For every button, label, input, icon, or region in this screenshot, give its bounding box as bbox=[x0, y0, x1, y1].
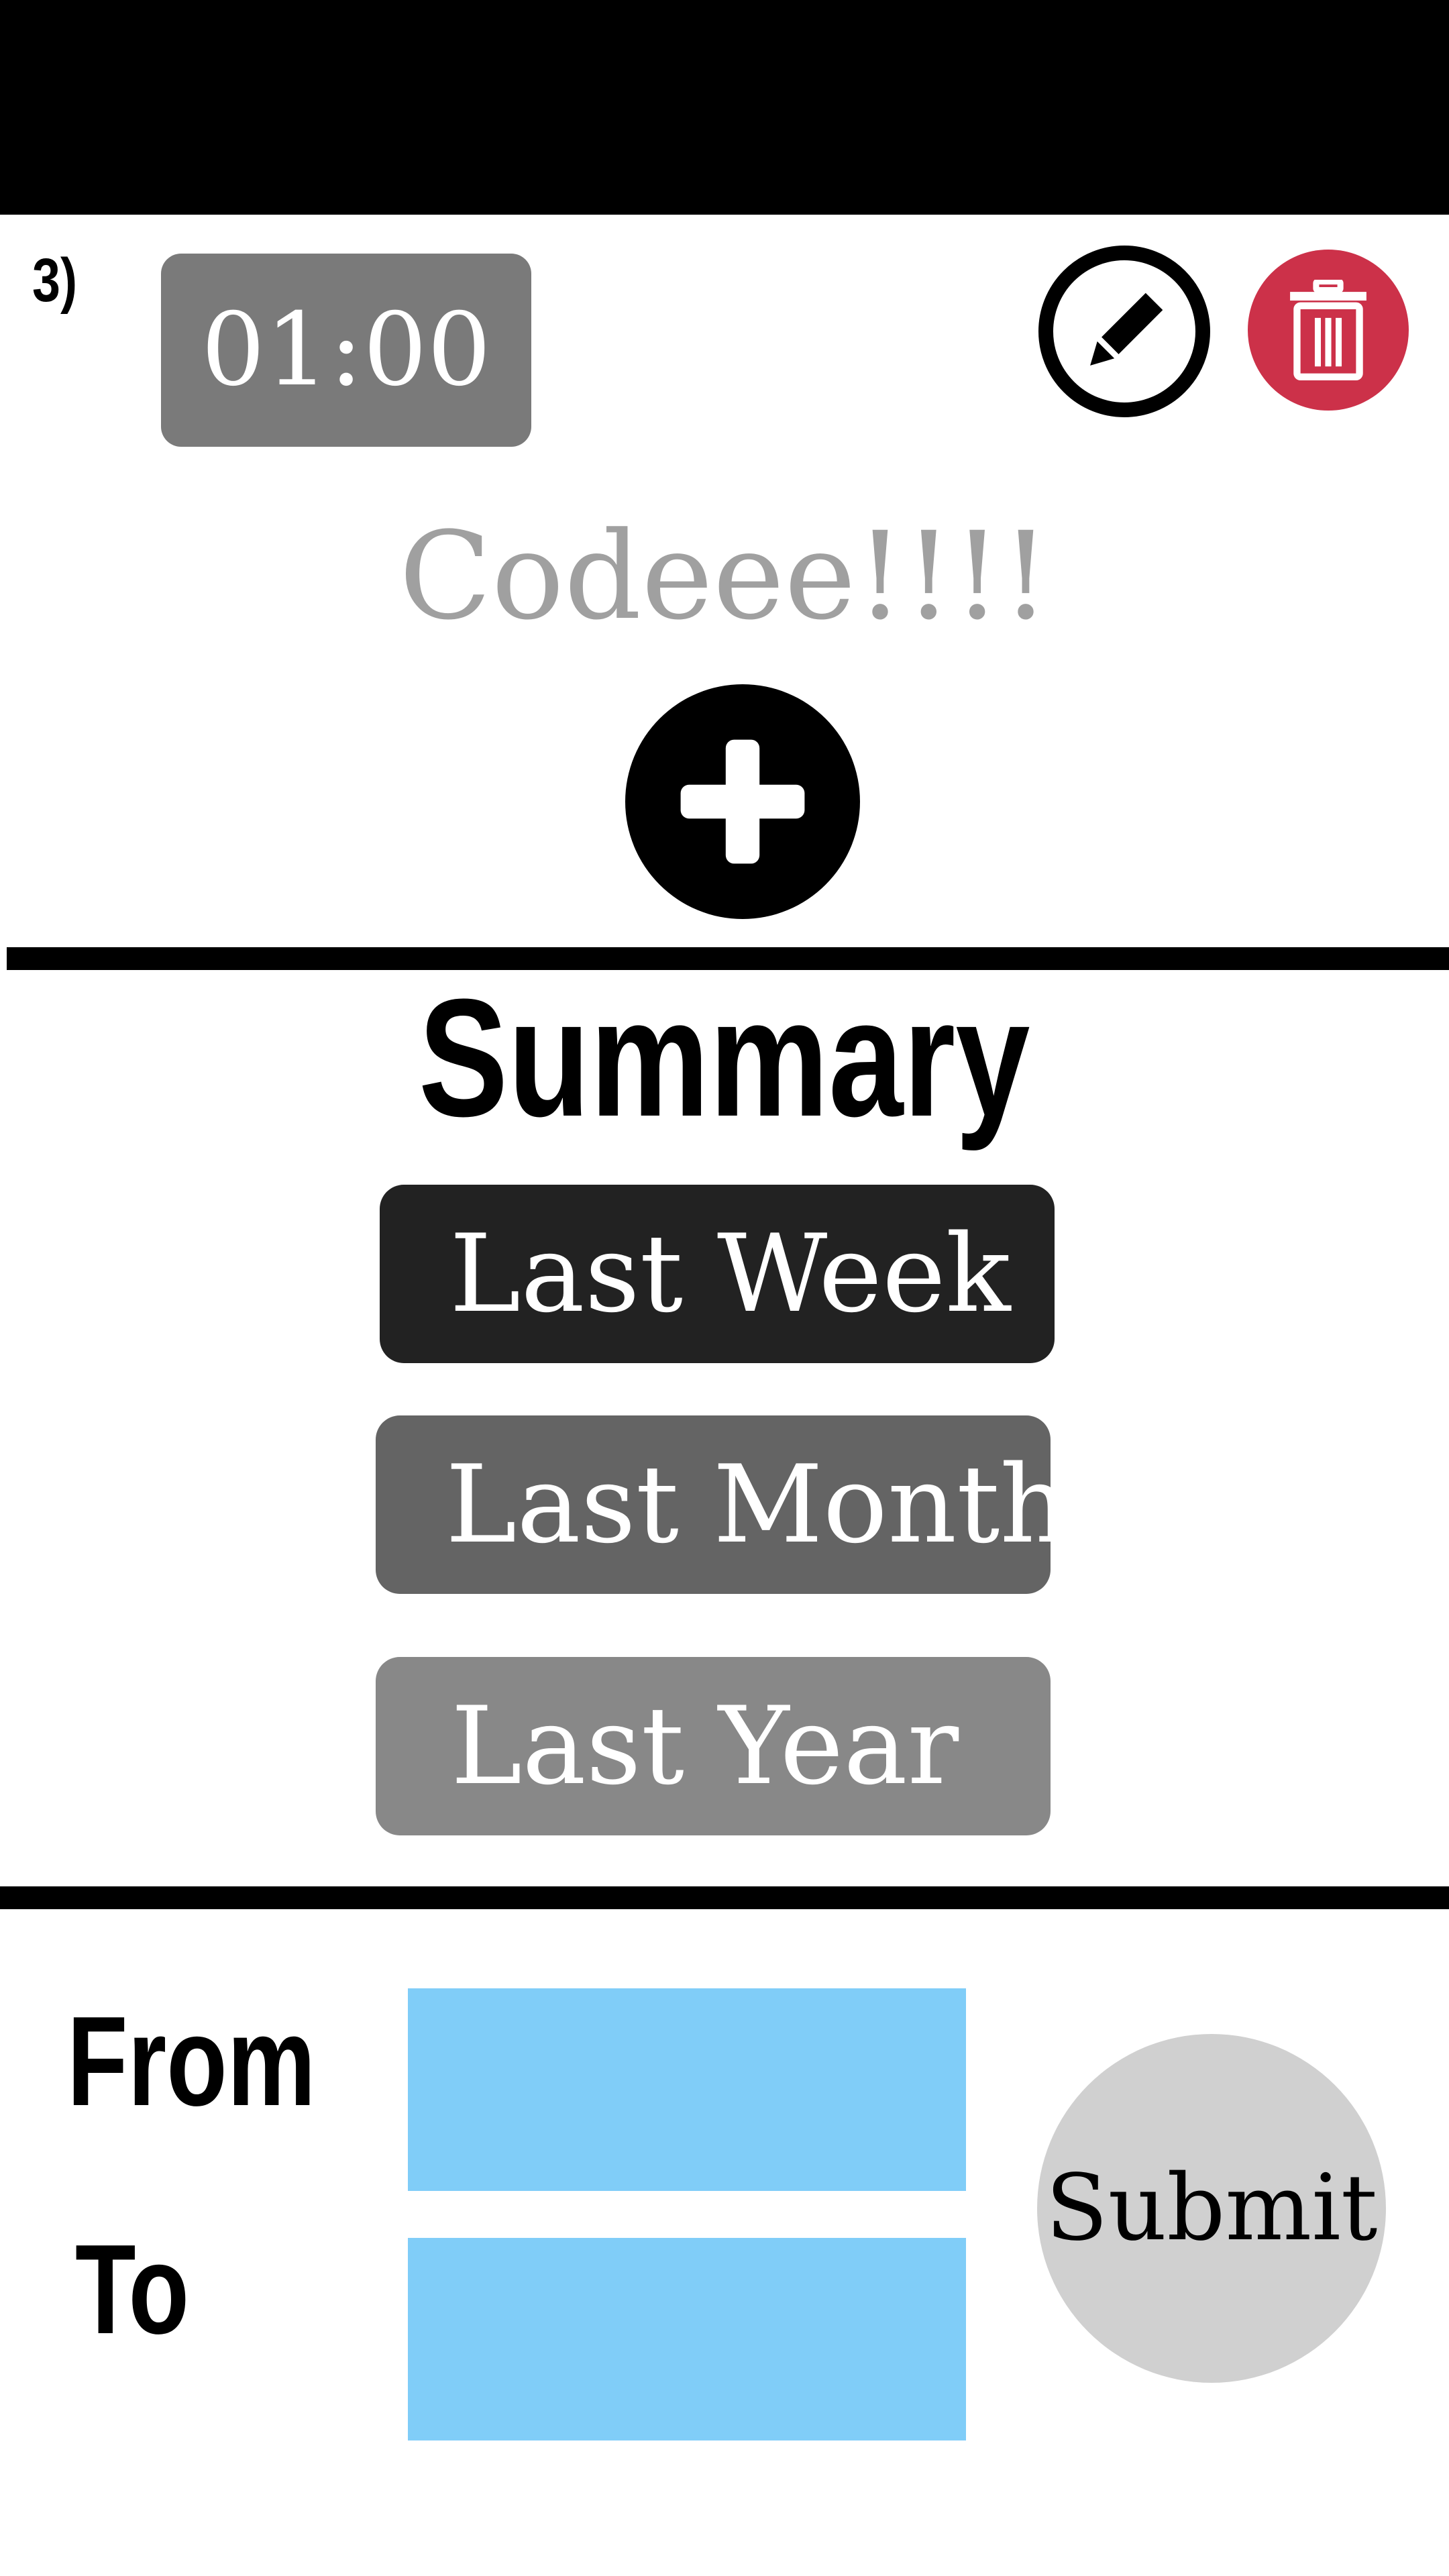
plus-icon bbox=[680, 739, 805, 864]
delete-button[interactable] bbox=[1248, 250, 1409, 411]
pencil-icon bbox=[1090, 292, 1163, 366]
add-button[interactable] bbox=[625, 684, 860, 919]
item-number: 3) bbox=[32, 246, 78, 315]
to-date-input[interactable] bbox=[408, 2238, 966, 2440]
last-week-button[interactable]: Last Week bbox=[380, 1185, 1055, 1363]
section-divider bbox=[0, 1886, 1449, 1909]
edit-button[interactable] bbox=[1038, 246, 1210, 417]
to-label: To bbox=[75, 2218, 190, 2361]
trash-icon bbox=[1290, 280, 1366, 380]
summary-title-text: Summary bbox=[419, 964, 1030, 1151]
from-label: From bbox=[67, 1990, 316, 2133]
last-month-button[interactable]: Last Month bbox=[376, 1415, 1069, 1594]
timer-display[interactable]: 01:00 bbox=[161, 254, 531, 447]
last-year-button[interactable]: Last Year bbox=[376, 1657, 1051, 1835]
summary-title: Summary bbox=[0, 974, 1449, 1142]
submit-button[interactable]: Submit bbox=[1037, 2034, 1386, 2383]
from-date-input[interactable] bbox=[408, 1988, 966, 2191]
task-title: Codeee!!!! bbox=[398, 506, 1051, 647]
top-bar bbox=[0, 0, 1449, 215]
